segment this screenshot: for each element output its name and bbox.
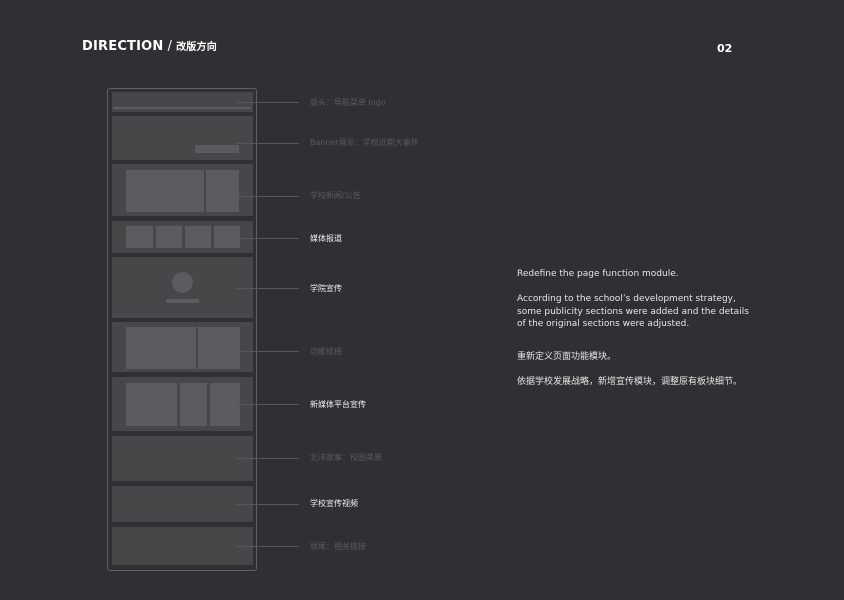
title-separator: / — [167, 39, 173, 54]
module-newmedia-block — [112, 377, 253, 431]
description-zh-body: 依据学校发展战略，新增宣传模块，调整原有板块细节。 — [517, 377, 743, 387]
module-links-block — [112, 322, 253, 372]
news-side-card — [206, 170, 239, 212]
module-video-block — [112, 486, 253, 522]
module-label-video: 学校宣传视频 — [310, 499, 358, 508]
module-label-story: 北洋故事：校园美景 — [310, 453, 382, 462]
title-main: DIRECTION — [82, 39, 164, 54]
module-banner-block — [112, 116, 253, 160]
connector-line — [236, 458, 299, 459]
links-side-card — [198, 327, 240, 369]
newmedia-main-card — [126, 383, 177, 426]
module-header-block — [112, 92, 253, 112]
connector-line — [236, 351, 299, 352]
connector-line — [236, 504, 299, 505]
media-card — [185, 226, 211, 248]
description-en-line: of the original sections were adjusted. — [517, 319, 690, 329]
connector-line — [236, 196, 299, 197]
connector-line — [236, 546, 299, 547]
module-label-header: 版头：导航菜单 logo — [310, 98, 386, 107]
module-story-block — [112, 436, 253, 481]
newmedia-card — [180, 383, 207, 426]
module-label-news: 学校新闻/公告 — [310, 191, 361, 200]
connector-line — [236, 238, 299, 239]
college-avatar — [172, 272, 193, 293]
module-news-block — [112, 164, 253, 216]
page-number: 02 — [717, 42, 733, 55]
module-label-banner: Banner展示：学校近期大事件 — [310, 138, 419, 147]
media-card — [214, 226, 240, 248]
module-label-college: 学院宣传 — [310, 284, 342, 293]
module-label-media: 媒体报道 — [310, 234, 342, 243]
description-en-title: Redefine the page function module. — [517, 269, 679, 279]
page-title: DIRECTION / 改版方向 — [82, 38, 217, 54]
module-label-links: 功能链接 — [310, 347, 342, 356]
module-media-block — [112, 221, 253, 253]
module-college-block — [112, 257, 253, 318]
links-main-card — [126, 327, 196, 369]
connector-line — [236, 143, 299, 144]
description-zh-title: 重新定义页面功能模块。 — [517, 352, 617, 362]
module-label-newmedia: 新媒体平台宣传 — [310, 400, 366, 409]
description-en-line: some publicity sections were added and t… — [517, 306, 749, 317]
banner-caption — [195, 145, 239, 153]
module-label-footer: 版尾：相关链接 — [310, 542, 366, 551]
news-main-card — [126, 170, 204, 212]
title-subtitle: 改版方向 — [176, 42, 217, 53]
description-en-line: According to the school’s development st… — [517, 294, 736, 304]
module-footer-block — [112, 527, 253, 565]
connector-line — [236, 288, 299, 289]
media-card — [156, 226, 182, 248]
connector-line — [236, 102, 299, 103]
media-card — [126, 226, 153, 248]
college-caption — [166, 299, 199, 303]
header-nav-bar — [113, 107, 251, 109]
connector-line — [236, 404, 299, 405]
